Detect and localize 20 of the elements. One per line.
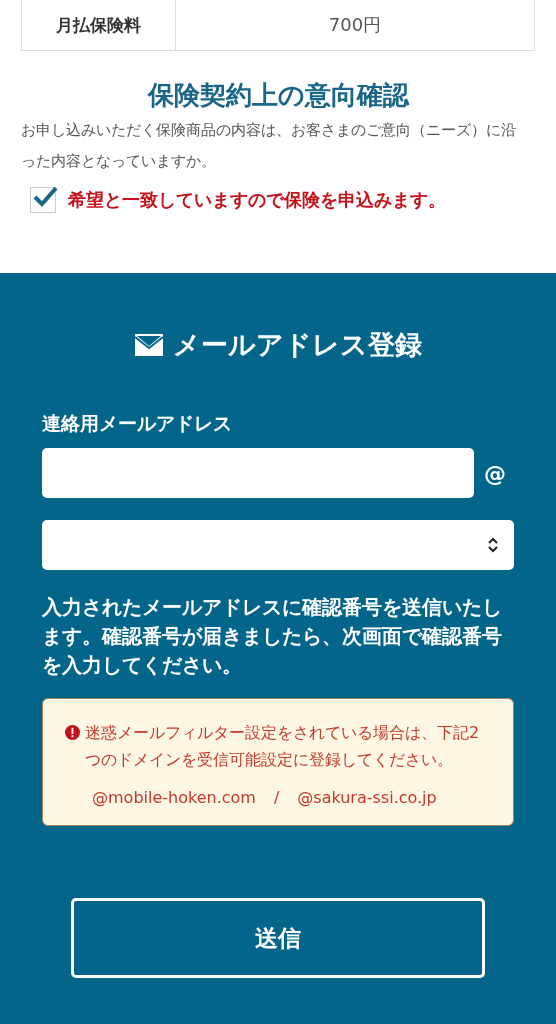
domain-text: @sakura-ssi.co.jp: [297, 788, 437, 807]
question-text: お申し込みいただく保険商品の内容は、お客さまのご意向（ニーズ）に沿った内容となっていますか。: [21, 120, 516, 172]
section-title: 保険契約上の意向確認: [146, 79, 411, 111]
table-cell: 月払保険料: [56, 13, 141, 37]
submit-button[interactable]: 送信: [71, 898, 485, 978]
at-sign: @: [484, 460, 506, 486]
domain-select[interactable]: [42, 520, 514, 570]
select-arrows-icon: [488, 537, 498, 553]
table-cell: 700円: [328, 13, 382, 37]
email-input-field[interactable]: [42, 448, 474, 498]
separator: /: [273, 788, 280, 807]
mail-icon: [134, 334, 163, 356]
notice-text: 迷惑メールフィルター設定をされている場合は、下記2つのドメインを受信可能設定に登録してください。: [85, 722, 481, 771]
checkbox[interactable]: [30, 187, 56, 213]
field-label: 連絡用メールアドレス: [42, 411, 232, 436]
warning-icon: [65, 725, 80, 740]
section-title: メールアドレス登録: [172, 328, 422, 362]
checkbox-label: 希望と一致していますので保険を申込みます。: [68, 188, 446, 212]
domain-text: @mobile-hoken.com: [92, 788, 256, 807]
description-text: 入力されたメールアドレスに確認番号を送信いたします。確認番号が届きましたら、次画面で確認番号を入力してください。: [42, 595, 503, 679]
